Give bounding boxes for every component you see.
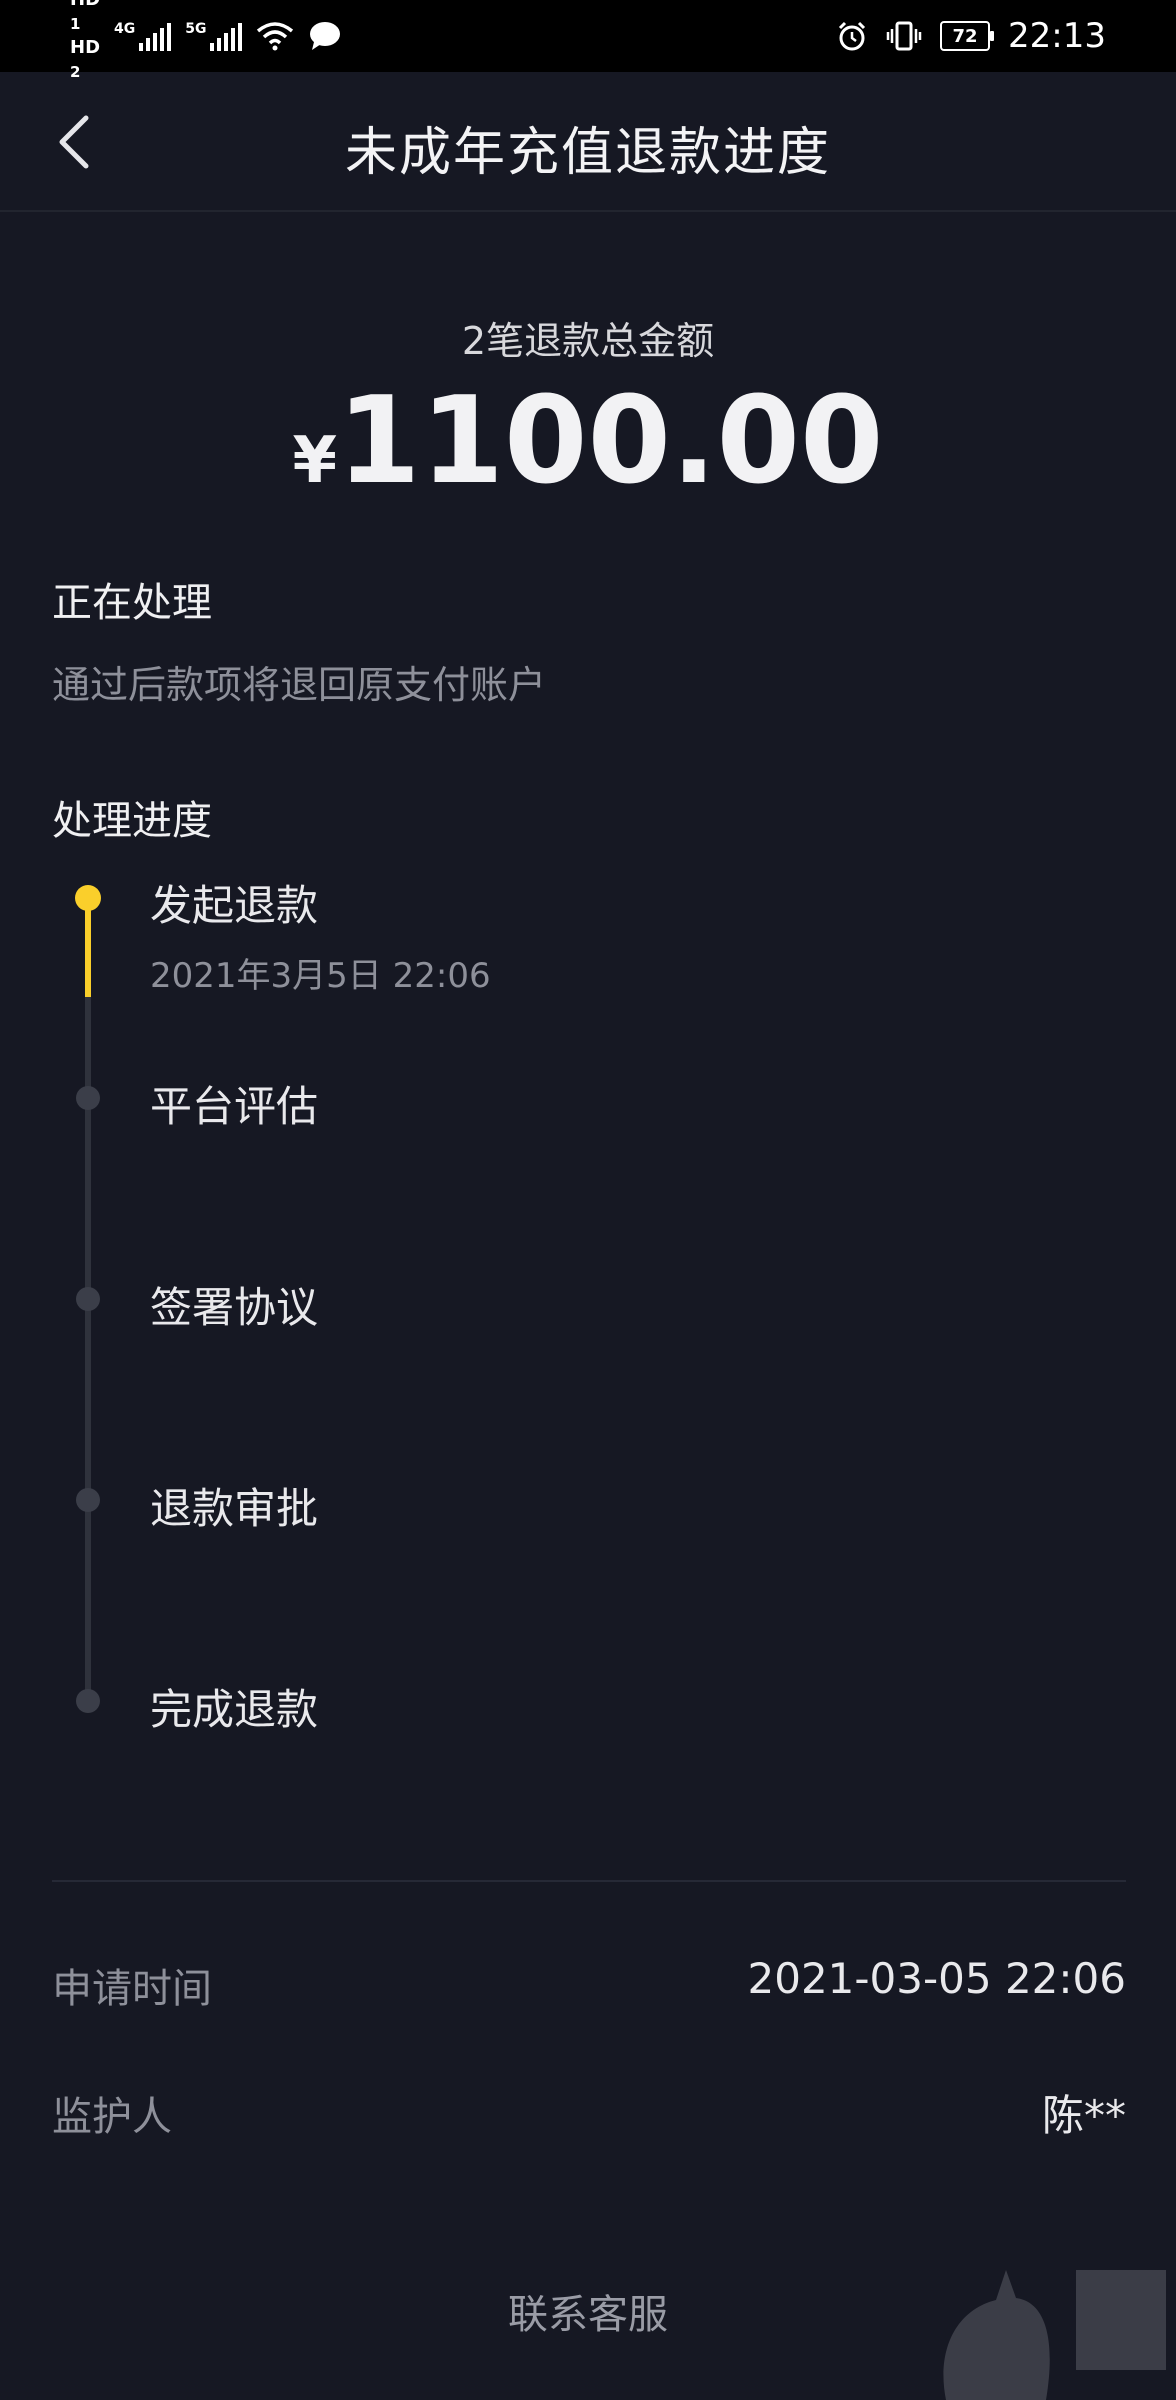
progress-section-title: 处理进度 bbox=[52, 798, 212, 844]
hd1-sub: 1 bbox=[70, 15, 81, 33]
hd1-text: HD bbox=[70, 0, 100, 12]
amount-value: 1100.00 bbox=[336, 372, 884, 511]
guardian-label: 监护人 bbox=[52, 2094, 172, 2140]
guardian-value: 陈** bbox=[1041, 2091, 1126, 2140]
timeline-progress bbox=[85, 897, 91, 997]
step-label-initiate: 发起退款 bbox=[150, 881, 319, 930]
page-title: 未成年充值退款进度 bbox=[344, 123, 831, 183]
refund-total-label: 2笔退款总金额 bbox=[461, 319, 715, 363]
status-description: 通过后款项将退回原支付账户 bbox=[52, 663, 547, 707]
status-bar: HD 1 HD 2 4G 5G bbox=[0, 0, 1176, 81]
step-label-evaluate: 平台评估 bbox=[150, 1082, 319, 1131]
status-bar-left: HD 1 HD 2 4G 5G bbox=[70, 0, 342, 81]
cat-logo-watermark bbox=[943, 2270, 1166, 2400]
wifi-icon bbox=[257, 22, 294, 51]
step-dot-4 bbox=[76, 1488, 100, 1512]
vibrate-icon bbox=[886, 21, 922, 51]
signal-5g-icon: 5G bbox=[185, 21, 243, 51]
processing-status: 正在处理 bbox=[52, 580, 212, 626]
net1-label: 4G bbox=[114, 21, 136, 37]
step-dot-2 bbox=[76, 1086, 100, 1110]
currency-symbol: ¥ bbox=[292, 424, 337, 498]
battery-level: 72 bbox=[952, 25, 978, 47]
section-divider bbox=[52, 1880, 1126, 1882]
step-time-initiate: 2021年3月5日 22:06 bbox=[150, 956, 491, 996]
nav-bar: 未成年充值退款进度 bbox=[0, 72, 1176, 212]
battery-icon: 72 bbox=[940, 21, 995, 51]
refund-amount: ¥1100.00 bbox=[0, 372, 1176, 511]
net2-label: 5G bbox=[185, 21, 207, 37]
message-icon bbox=[310, 22, 341, 50]
step-label-approval: 退款审批 bbox=[150, 1484, 319, 1533]
apply-time-value: 2021-03-05 22:06 bbox=[747, 1954, 1126, 2003]
step-dot-3 bbox=[76, 1287, 100, 1311]
apply-time-label: 申请时间 bbox=[52, 1966, 212, 2012]
status-bar-right: 72 22:13 bbox=[836, 12, 1106, 60]
alarm-icon bbox=[838, 21, 866, 51]
step-dot-5 bbox=[76, 1689, 100, 1713]
hd2-text: HD bbox=[70, 37, 101, 58]
status-time: 22:13 bbox=[1008, 16, 1106, 56]
step-label-complete: 完成退款 bbox=[150, 1685, 319, 1734]
step-label-agreement: 签署协议 bbox=[150, 1283, 319, 1332]
step-dot-1 bbox=[75, 885, 101, 911]
signal-4g-icon: 4G bbox=[114, 21, 172, 51]
